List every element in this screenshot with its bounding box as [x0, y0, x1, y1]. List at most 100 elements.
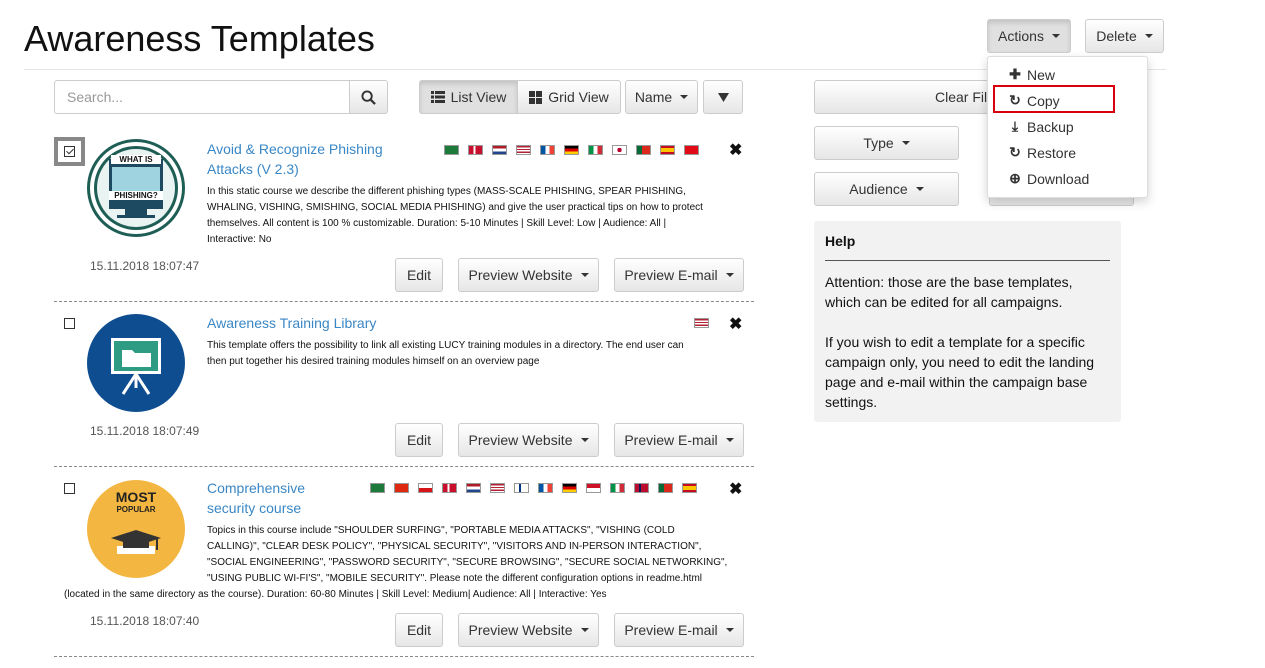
menu-item-backup[interactable]: ⤓ Backup — [1008, 118, 1074, 135]
help-line: page and e-mail within the campaign base — [825, 374, 1088, 390]
item-title-line[interactable]: Avoid & Recognize Phishing — [207, 139, 383, 159]
help-paragraph-2: If you wish to edit a template for a spe… — [825, 332, 1115, 412]
grid-icon — [529, 90, 543, 104]
desc-line: "USING PUBLIC WI-FI'S", "MOBILE SECURITY… — [207, 573, 703, 584]
help-line: which can be edited for all campaigns. — [825, 294, 1063, 310]
item-description-overflow: (located in the same directory as the co… — [64, 589, 607, 600]
flag-cz-icon — [418, 483, 433, 493]
item-date: 15.11.2018 18:07:49 — [90, 424, 200, 438]
flag-us-icon — [490, 483, 505, 493]
menu-item-label: Restore — [1027, 144, 1077, 161]
delete-button[interactable]: Delete — [1085, 19, 1164, 53]
language-flags — [694, 318, 709, 328]
caret-down-icon — [680, 95, 689, 99]
sort-direction-button[interactable] — [703, 80, 743, 114]
audience-filter-button[interactable]: Audience — [814, 172, 959, 206]
caret-down-icon — [1144, 34, 1153, 38]
preview-email-label: Preview E-mail — [624, 432, 718, 448]
list-view-button[interactable]: List View — [419, 80, 518, 114]
clear-filters-label: Clear Fil — [935, 89, 988, 105]
item-thumbnail[interactable] — [87, 314, 185, 412]
language-flags — [370, 483, 697, 493]
circle-download-icon: ⊕ — [1009, 170, 1021, 186]
edit-button[interactable]: Edit — [395, 613, 443, 647]
item-title-line[interactable]: Awareness Training Library — [207, 313, 376, 333]
item-title-link[interactable]: Awareness Training Library — [207, 313, 376, 333]
flag-us-icon — [516, 145, 531, 155]
item-title-line[interactable]: Comprehensive — [207, 478, 305, 498]
search-button[interactable] — [349, 80, 388, 114]
page-title: Awareness Templates — [24, 18, 375, 59]
remove-item-icon[interactable]: ✖ — [729, 479, 742, 499]
menu-item-restore[interactable]: ↻ Restore — [1008, 144, 1076, 161]
search-input[interactable] — [54, 80, 350, 114]
desc-line: CALLING)", "CLEAR DESK POLICY", "PHYSICA… — [207, 541, 702, 552]
flag-dk-icon — [468, 145, 483, 155]
preview-email-label: Preview E-mail — [624, 622, 718, 638]
flag-fi-icon — [514, 483, 529, 493]
preview-website-button[interactable]: Preview Website — [458, 423, 599, 457]
preview-website-label: Preview Website — [468, 267, 573, 283]
type-filter-button[interactable]: Type — [814, 126, 959, 160]
thumb-caption-top: WHAT IS — [111, 155, 161, 164]
preview-email-button[interactable]: Preview E-mail — [614, 258, 744, 292]
flag-jp-icon — [612, 145, 627, 155]
remove-item-icon[interactable]: ✖ — [729, 314, 742, 334]
help-line: Attention: those are the base templates, — [825, 274, 1073, 290]
flag-id-icon — [586, 483, 601, 493]
sort-name-button[interactable]: Name — [625, 80, 698, 114]
menu-item-download[interactable]: ⊕ Download — [1008, 170, 1089, 187]
caret-down-icon — [725, 438, 734, 442]
item-thumbnail[interactable]: WHAT IS PHISHING? — [87, 139, 185, 237]
edit-button[interactable]: Edit — [395, 423, 443, 457]
desc-line: WHALING, VISHING, SMISHING, SOCIAL MEDIA… — [207, 202, 703, 213]
actions-button[interactable]: Actions — [987, 19, 1071, 53]
type-filter-label: Type — [863, 135, 894, 151]
item-title-line[interactable]: Attacks (V 2.3) — [207, 159, 383, 179]
flag-fr-icon — [538, 483, 553, 493]
caret-down-icon — [725, 273, 734, 277]
item-divider — [54, 301, 754, 302]
edit-label: Edit — [406, 432, 432, 448]
edit-label: Edit — [406, 622, 432, 638]
flag-es-icon — [660, 145, 675, 155]
preview-email-button[interactable]: Preview E-mail — [614, 423, 744, 457]
flag-fr-icon — [540, 145, 555, 155]
preview-website-button[interactable]: Preview Website — [458, 613, 599, 647]
flag-sa-icon — [370, 483, 385, 493]
menu-item-label: Download — [1027, 170, 1090, 187]
remove-item-icon[interactable]: ✖ — [729, 140, 742, 160]
flag-it-icon — [610, 483, 625, 493]
item-title-link[interactable]: Comprehensive security course — [207, 478, 305, 518]
grid-view-button[interactable]: Grid View — [517, 80, 621, 114]
item-description: This template offers the possibility to … — [207, 338, 684, 370]
item-title-line[interactable]: security course — [207, 498, 305, 518]
flag-tr-icon — [684, 145, 699, 155]
desc-line: "SOCIAL ENGINEERING", "PASSWORD SECURITY… — [207, 557, 728, 568]
flag-de-icon — [564, 145, 579, 155]
desc-line: Interactive: No — [207, 234, 272, 245]
flag-no-icon — [634, 483, 649, 493]
flag-it-icon — [588, 145, 603, 155]
item-thumbnail[interactable]: MOST POPULAR — [87, 480, 185, 578]
item-checkbox[interactable] — [64, 483, 75, 494]
desc-line: Topics in this course include "SHOULDER … — [207, 525, 675, 536]
caret-down-icon — [1051, 34, 1060, 38]
item-date: 15.11.2018 18:07:40 — [90, 614, 200, 628]
flag-cn-icon — [394, 483, 409, 493]
desc-line: then put together his desired training m… — [207, 356, 540, 367]
list-view-label: List View — [450, 89, 507, 105]
preview-email-button[interactable]: Preview E-mail — [614, 613, 744, 647]
preview-email-label: Preview E-mail — [624, 267, 718, 283]
download-icon: ⤓ — [1011, 118, 1019, 134]
menu-item-new[interactable]: ✚ New — [1008, 66, 1055, 83]
presentation-folder-image — [111, 338, 161, 395]
item-checkbox[interactable] — [64, 146, 75, 157]
preview-website-button[interactable]: Preview Website — [458, 258, 599, 292]
menu-item-label: Backup — [1027, 118, 1074, 135]
edit-button[interactable]: Edit — [395, 258, 443, 292]
item-checkbox[interactable] — [64, 318, 75, 329]
thumb-caption-bottom: PHISHING? — [109, 191, 163, 200]
item-title-link[interactable]: Avoid & Recognize Phishing Attacks (V 2.… — [207, 139, 383, 179]
item-divider — [54, 466, 754, 467]
